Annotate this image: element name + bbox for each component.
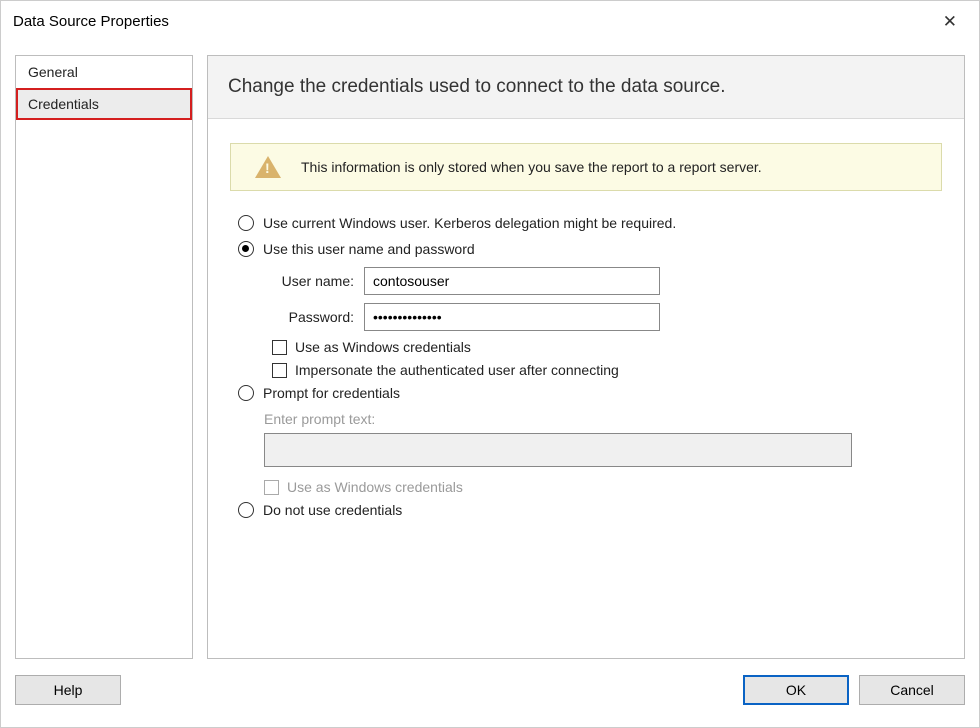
radio-icon[interactable] <box>238 215 254 231</box>
prompt-text-input[interactable] <box>264 433 852 467</box>
password-input[interactable] <box>364 303 660 331</box>
password-label: Password: <box>264 309 364 325</box>
impersonate-row[interactable]: Impersonate the authenticated user after… <box>272 362 942 378</box>
sidebar-item-label: General <box>28 64 78 80</box>
main-body: This information is only stored when you… <box>208 119 964 658</box>
sidebar-item-label: Credentials <box>28 96 99 112</box>
ok-button[interactable]: OK <box>743 675 849 705</box>
content-area: General Credentials Change the credentia… <box>1 41 979 667</box>
use-this-fields: User name: Password: Use as Windows cred… <box>264 267 942 378</box>
prompt-fields: Enter prompt text: Use as Windows creden… <box>264 411 942 495</box>
checkbox-icon[interactable] <box>272 363 287 378</box>
prompt-text-label: Enter prompt text: <box>264 411 942 427</box>
option-use-this-user[interactable]: Use this user name and password <box>238 241 942 257</box>
sidebar-item-credentials[interactable]: Credentials <box>16 88 192 120</box>
info-banner: This information is only stored when you… <box>230 143 942 191</box>
checkbox-label: Use as Windows credentials <box>287 479 463 495</box>
checkbox-icon[interactable] <box>272 340 287 355</box>
password-row: Password: <box>264 303 942 331</box>
use-as-windows-row[interactable]: Use as Windows credentials <box>272 339 942 355</box>
main-panel: Change the credentials used to connect t… <box>207 55 965 659</box>
cancel-button[interactable]: Cancel <box>859 675 965 705</box>
checkbox-label: Impersonate the authenticated user after… <box>295 362 619 378</box>
username-label: User name: <box>264 273 364 289</box>
help-button[interactable]: Help <box>15 675 121 705</box>
radio-icon[interactable] <box>238 385 254 401</box>
radio-label: Do not use credentials <box>263 502 402 518</box>
option-do-not-use[interactable]: Do not use credentials <box>238 502 942 518</box>
footer-right: OK Cancel <box>743 675 965 705</box>
checkbox-label: Use as Windows credentials <box>295 339 471 355</box>
close-icon[interactable]: ✕ <box>933 7 967 36</box>
option-use-current[interactable]: Use current Windows user. Kerberos deleg… <box>238 215 942 231</box>
info-banner-text: This information is only stored when you… <box>301 159 762 175</box>
titlebar: Data Source Properties ✕ <box>1 1 979 41</box>
prompt-use-as-windows-row: Use as Windows credentials <box>264 479 942 495</box>
username-input[interactable] <box>364 267 660 295</box>
option-prompt[interactable]: Prompt for credentials <box>238 385 942 401</box>
footer: Help OK Cancel <box>1 667 979 719</box>
main-header: Change the credentials used to connect t… <box>208 56 964 119</box>
radio-label: Prompt for credentials <box>263 385 400 401</box>
radio-icon[interactable] <box>238 241 254 257</box>
radio-label: Use current Windows user. Kerberos deleg… <box>263 215 676 231</box>
radio-label: Use this user name and password <box>263 241 475 257</box>
radio-icon[interactable] <box>238 502 254 518</box>
sidebar: General Credentials <box>15 55 193 659</box>
checkbox-icon <box>264 480 279 495</box>
warning-icon <box>255 156 281 178</box>
window-title: Data Source Properties <box>13 13 169 30</box>
main-heading: Change the credentials used to connect t… <box>228 76 944 98</box>
username-row: User name: <box>264 267 942 295</box>
sidebar-item-general[interactable]: General <box>16 56 192 88</box>
